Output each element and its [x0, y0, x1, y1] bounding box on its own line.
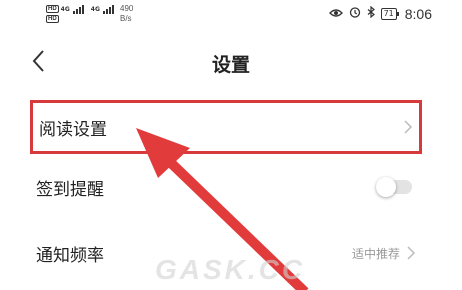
page-title: 设置 [211, 54, 250, 76]
settings-item-reading[interactable]: 阅读设置 [30, 100, 422, 154]
toggle-knob [376, 177, 396, 197]
network-type-label-2: 4G [90, 5, 100, 13]
status-right: 71 8:06 [323, 5, 432, 22]
net-speed: 490 B/s [120, 4, 133, 24]
settings-item-value: 适中推荐 [351, 246, 400, 261]
settings-item-label: 阅读设置 [39, 119, 107, 140]
signal-icon [72, 4, 85, 14]
settings-item-label: 签到提醒 [36, 179, 104, 200]
bluetooth-icon [367, 5, 375, 22]
network-type-label: 4G [60, 5, 70, 13]
watermark: GASK.CC [155, 254, 306, 285]
settings-item-checkin-reminder[interactable]: 签到提醒 [30, 160, 422, 214]
net-speed-value: 490 [120, 4, 134, 13]
net-speed-unit: B/s [120, 14, 132, 23]
chevron-right-icon [404, 120, 413, 134]
chevron-right-icon [407, 246, 416, 260]
eye-icon [328, 7, 343, 22]
settings-item-label: 通知频率 [36, 245, 104, 266]
nav-bar: 设置 [0, 40, 462, 84]
signal-icon-2 [102, 4, 115, 14]
signal-indicators: HD 4G 4G HD [46, 4, 121, 24]
clock: 8:06 [404, 6, 432, 22]
battery-indicator: 71 [380, 8, 399, 20]
alarm-icon [349, 6, 361, 22]
hd-badge: HD [46, 5, 59, 13]
hd-badge-2: HD [46, 15, 59, 23]
status-bar: HD 4G 4G HD 490 B/s 71 8:06 [0, 0, 462, 32]
checkin-reminder-toggle[interactable] [376, 177, 412, 197]
